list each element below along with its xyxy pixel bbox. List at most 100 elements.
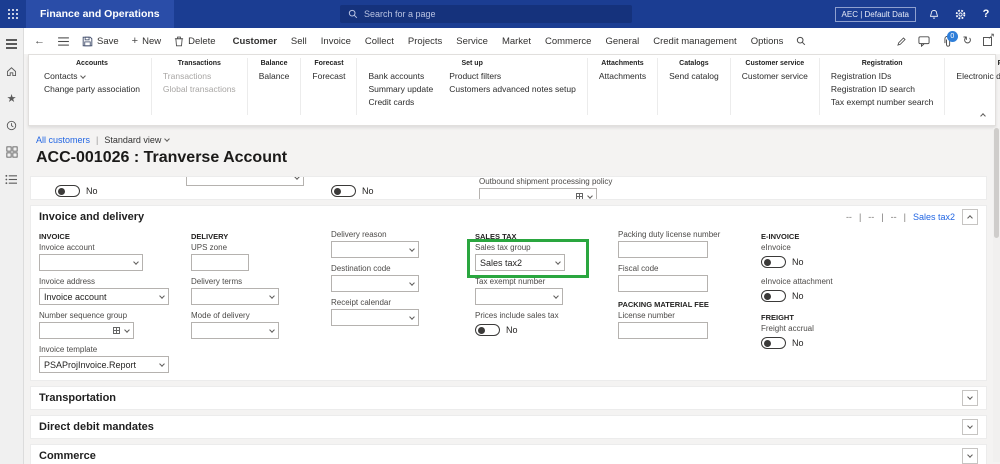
toggle-switch[interactable] — [331, 185, 356, 197]
breadcrumb-all-customers-link[interactable]: All customers — [36, 135, 90, 145]
save-icon — [82, 36, 93, 47]
menu-item-transactions: Transactions — [162, 71, 212, 81]
hamburger-menu-icon[interactable] — [4, 36, 20, 52]
help-icon[interactable]: ? — [978, 6, 994, 22]
menu-item-product-filters[interactable]: Product filters — [449, 70, 576, 83]
delivery-terms-combobox[interactable] — [191, 288, 279, 305]
tab-sell[interactable]: Sell — [291, 36, 307, 47]
invoice-address-combobox[interactable]: Invoice account — [39, 288, 169, 305]
menu-item-forecast[interactable]: Forecast — [312, 70, 345, 83]
tab-projects[interactable]: Projects — [408, 36, 442, 47]
customize-pencil-icon[interactable] — [896, 36, 907, 47]
feedback-bubble-icon[interactable] — [918, 35, 930, 47]
tab-collect[interactable]: Collect — [365, 36, 394, 47]
menu-item-bank-accounts[interactable]: Bank accounts — [368, 70, 433, 83]
back-icon[interactable]: ← — [34, 35, 45, 47]
direct-debit-mandates-header[interactable]: Direct debit mandates — [31, 416, 986, 438]
favorites-star-icon[interactable]: ★ — [4, 90, 20, 106]
receipt-calendar-combobox[interactable] — [331, 309, 419, 326]
tax-exempt-number-combobox[interactable] — [475, 288, 563, 305]
mode-of-delivery-combobox[interactable] — [191, 322, 279, 339]
invoice-template-combobox[interactable]: PSAProjInvoice.Report — [39, 356, 169, 373]
app-title[interactable]: Finance and Operations — [26, 0, 174, 28]
destination-code-combobox[interactable] — [331, 275, 419, 292]
freight-accrual-toggle[interactable] — [761, 337, 786, 349]
tab-customer[interactable]: Customer — [233, 36, 277, 47]
scrollbar-thumb[interactable] — [994, 128, 999, 238]
recent-clock-icon[interactable] — [4, 117, 20, 133]
notifications-bell-icon[interactable] — [926, 6, 942, 22]
tab-credit-management[interactable]: Credit management — [653, 36, 736, 47]
breadcrumb: All customers | Standard view — [36, 135, 1000, 145]
invoice-delivery-header[interactable]: Invoice and delivery -- | -- | -- | Sale… — [31, 206, 986, 228]
trash-icon — [174, 36, 184, 47]
menu-item-credit-cards[interactable]: Credit cards — [368, 96, 433, 109]
tab-service[interactable]: Service — [456, 36, 488, 47]
chevron-down-icon — [553, 292, 559, 299]
menu-item-registration-ids[interactable]: Registration IDs — [831, 70, 934, 83]
chevron-down-icon — [555, 258, 561, 265]
sales-tax-group-combobox[interactable]: Sales tax2 — [475, 254, 565, 271]
section-commerce: Commerce — [30, 444, 987, 464]
menu-item-send-catalog[interactable]: Send catalog — [669, 70, 719, 83]
attachments-paperclip-icon[interactable]: 0 — [941, 30, 958, 48]
modules-list-icon[interactable] — [4, 171, 20, 187]
outbound-policy-lookup[interactable] — [479, 188, 597, 199]
menu-item-customer-service[interactable]: Customer service — [742, 70, 808, 83]
license-number-input[interactable] — [618, 322, 708, 339]
number-sequence-group-lookup[interactable] — [39, 322, 134, 339]
chevron-down-icon — [294, 177, 300, 180]
tab-market[interactable]: Market — [502, 36, 531, 47]
menu-item-attachments[interactable]: Attachments — [599, 70, 646, 83]
global-search-input[interactable]: Search for a page — [340, 5, 632, 23]
chevron-down-icon — [159, 292, 165, 299]
refresh-icon[interactable]: ↻ — [963, 35, 972, 47]
menu-item-tax-exempt-number-search[interactable]: Tax exempt number search — [831, 96, 934, 109]
expand-section-button[interactable] — [962, 390, 978, 406]
commerce-header[interactable]: Commerce — [31, 445, 986, 464]
transportation-header[interactable]: Transportation — [31, 387, 986, 409]
save-button[interactable]: Save — [82, 36, 119, 47]
einvoice-attachment-toggle[interactable] — [761, 290, 786, 302]
tab-invoice[interactable]: Invoice — [321, 36, 351, 47]
collapse-section-button[interactable] — [962, 209, 978, 225]
menu-item-registration-id-search[interactable]: Registration ID search — [831, 83, 934, 96]
environment-badge[interactable]: AEC | Default Data — [834, 6, 916, 22]
expand-section-button[interactable] — [962, 419, 978, 435]
view-selector[interactable]: Standard view — [104, 135, 171, 145]
invoice-account-combobox[interactable] — [39, 254, 143, 271]
settings-gear-icon[interactable] — [952, 6, 968, 22]
new-button[interactable]: + New — [132, 35, 161, 47]
ups-zone-input[interactable] — [191, 254, 249, 271]
summary-sales-tax-link[interactable]: Sales tax2 — [913, 212, 955, 222]
einvoice-toggle[interactable] — [761, 256, 786, 268]
menu-item-summary-update[interactable]: Summary update — [368, 83, 433, 96]
tab-commerce[interactable]: Commerce — [545, 36, 591, 47]
fiscal-code-input[interactable] — [618, 275, 708, 292]
workspaces-icon[interactable] — [4, 144, 20, 160]
menu-item-change-party-association[interactable]: Change party association — [44, 83, 140, 96]
menu-item-electronic-document-properties[interactable]: Electronic document properties — [956, 70, 1000, 83]
prices-include-sales-tax-toggle[interactable] — [475, 324, 500, 336]
home-icon[interactable] — [4, 63, 20, 79]
action-search-icon[interactable] — [796, 36, 806, 46]
collapse-action-pane-button[interactable] — [980, 105, 986, 123]
clipped-combobox[interactable] — [186, 177, 304, 186]
tab-options[interactable]: Options — [751, 36, 784, 47]
partial-section: No No Outbound shipment processing polic… — [30, 176, 987, 200]
waffle-icon[interactable] — [0, 0, 26, 28]
menu-item-customers-advanced-notes-setup[interactable]: Customers advanced notes setup — [449, 83, 576, 96]
delete-button[interactable]: Delete — [174, 36, 216, 47]
packing-duty-license-input[interactable] — [618, 241, 708, 258]
expand-section-button[interactable] — [962, 448, 978, 464]
action-pane-tabs: Customer Sell Invoice Collect Projects S… — [233, 36, 784, 47]
app-window: Finance and Operations Search for a page… — [0, 0, 1000, 464]
menu-item-contacts[interactable]: Contacts — [44, 70, 140, 83]
delivery-reason-combobox[interactable] — [331, 241, 419, 258]
tab-general[interactable]: General — [605, 36, 639, 47]
toggle-switch[interactable] — [55, 185, 80, 197]
open-in-new-window-icon[interactable]: ↗ — [983, 31, 995, 46]
vertical-scrollbar[interactable] — [993, 128, 1000, 462]
action-pane-pin-icon[interactable] — [58, 36, 69, 46]
menu-item-balance[interactable]: Balance — [259, 70, 290, 83]
